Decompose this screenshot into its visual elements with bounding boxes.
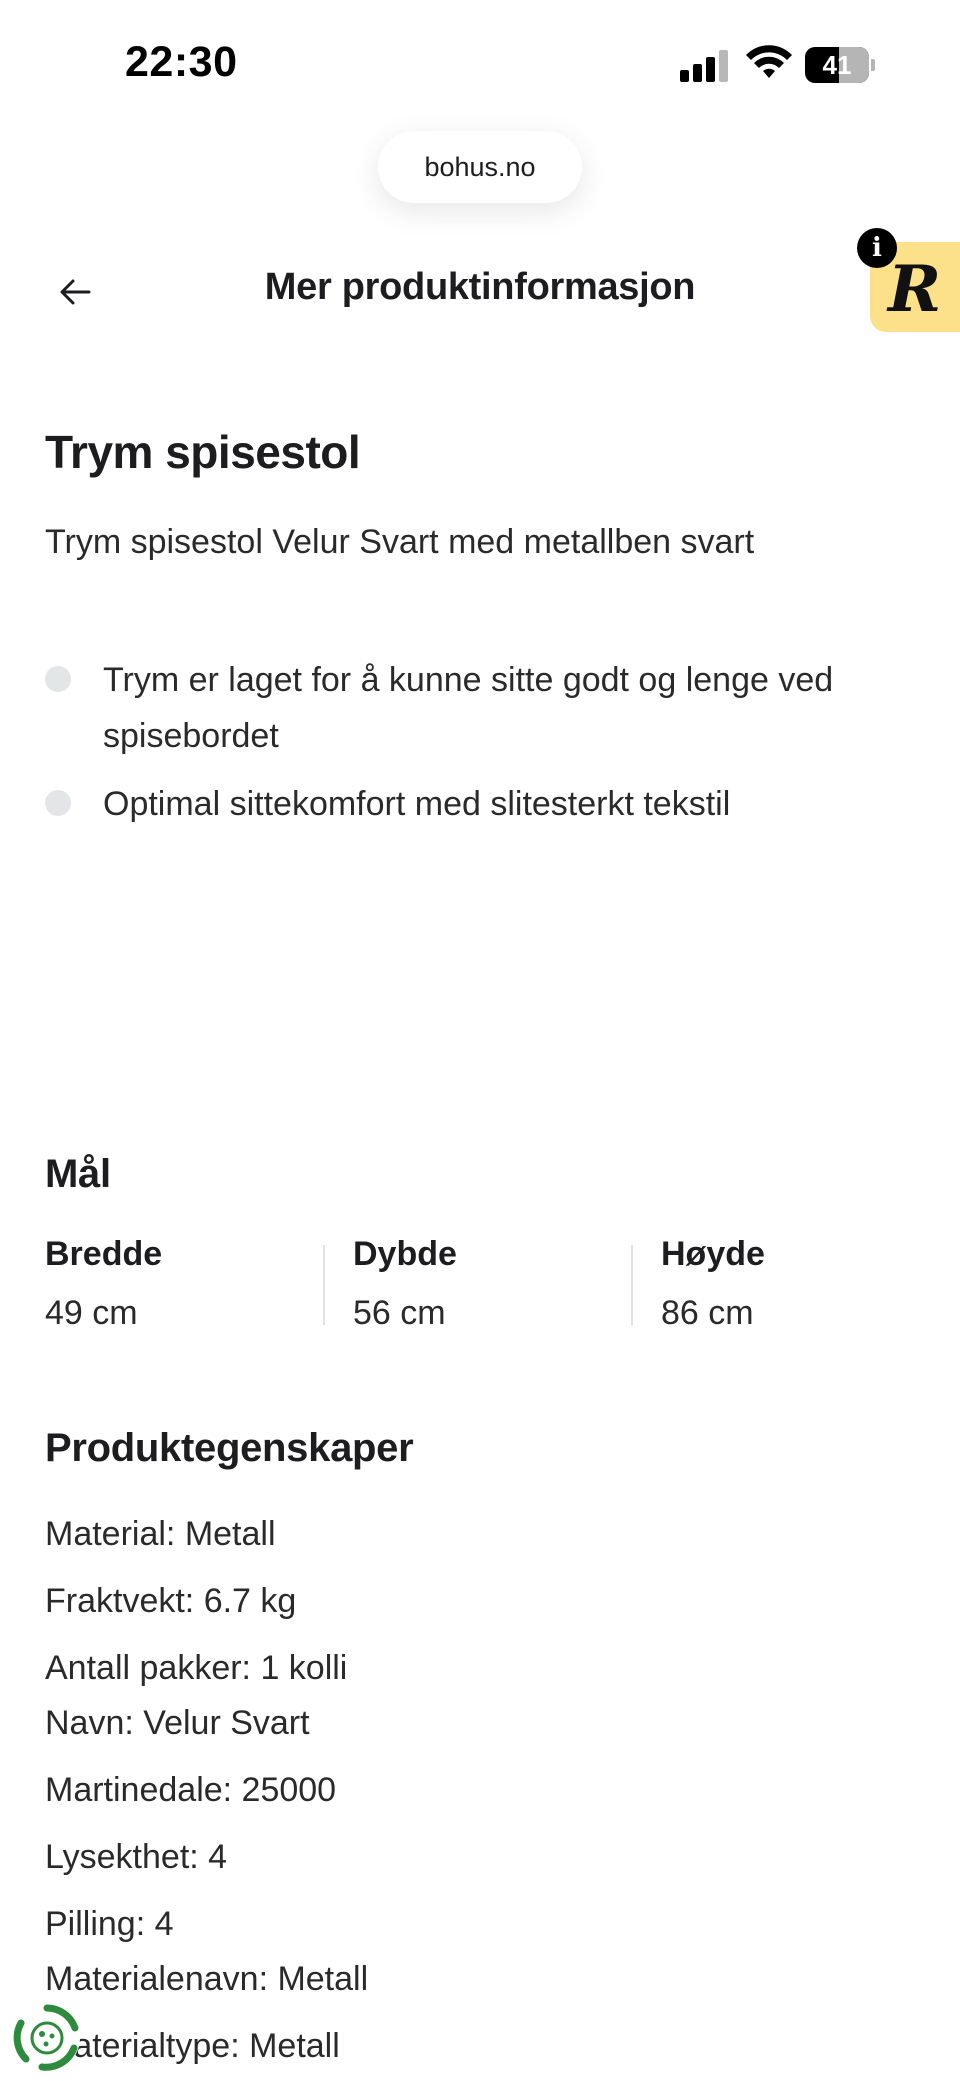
dimension-label: Bredde <box>45 1235 163 1273</box>
dimension-depth: Dybde 56 cm <box>353 1235 633 1335</box>
dimension-label: Høyde <box>661 1235 765 1273</box>
dimension-value: 56 cm <box>353 1294 446 1332</box>
feature-text: Optimal sittekomfort med slitesterkt tek… <box>103 785 731 823</box>
property-item: Pilling: 4 <box>45 1905 174 1943</box>
property-item: Material: Metall <box>45 1515 276 1553</box>
feature-list: Trym er laget for å kunne sitte godt og … <box>45 652 925 844</box>
properties-title: Produktegenskaper <box>45 1426 414 1470</box>
dimensions-title: Mål <box>45 1152 111 1196</box>
info-icon[interactable]: i <box>857 228 897 268</box>
dimension-height: Høyde 86 cm <box>661 1235 941 1335</box>
battery-icon: 41 <box>805 47 875 83</box>
dimension-label: Dybde <box>353 1235 457 1273</box>
property-item: Materialenavn: Metall <box>45 1960 369 1998</box>
cookie-settings-icon[interactable] <box>12 2003 82 2073</box>
property-item: Martinedale: 25000 <box>45 1771 337 1809</box>
property-item: Fraktvekt: 6.7 kg <box>45 1582 297 1620</box>
url-bar[interactable]: bohus.no <box>378 131 582 203</box>
list-item: Trym er laget for å kunne sitte godt og … <box>45 652 925 764</box>
property-item: Antall pakker: 1 kolli <box>45 1649 348 1687</box>
dimension-value: 49 cm <box>45 1294 138 1332</box>
property-item: Navn: Velur Svart <box>45 1704 310 1742</box>
property-item: Lysekthet: 4 <box>45 1838 228 1876</box>
dimension-width: Bredde 49 cm <box>45 1235 325 1335</box>
brand-r-logo: R <box>888 252 942 327</box>
bullet-icon <box>45 790 71 816</box>
bullet-icon <box>45 666 71 692</box>
page: 22:30 41 bohus.no Mer produktinformasjon… <box>0 0 960 2081</box>
page-title: Mer produktinformasjon <box>264 266 696 308</box>
list-item: Optimal sittekomfort med slitesterkt tek… <box>45 776 925 832</box>
dimensions-table: Bredde 49 cm Dybde 56 cm Høyde 86 cm <box>45 1235 945 1335</box>
wifi-icon <box>746 45 792 78</box>
battery-level: 41 <box>822 50 852 80</box>
property-item: Materialtype: Metall <box>45 2027 340 2065</box>
cellular-signal-icon <box>680 50 730 82</box>
divider <box>631 1245 633 1325</box>
status-bar: 22:30 41 <box>0 0 960 120</box>
product-description: Trym spisestol Velur Svart med metallben… <box>45 523 755 561</box>
feature-text: Trym er laget for å kunne sitte godt og … <box>103 661 834 755</box>
product-title: Trym spisestol <box>45 426 361 478</box>
divider <box>323 1245 325 1325</box>
dimension-value: 86 cm <box>661 1294 754 1332</box>
status-time: 22:30 <box>125 38 238 86</box>
